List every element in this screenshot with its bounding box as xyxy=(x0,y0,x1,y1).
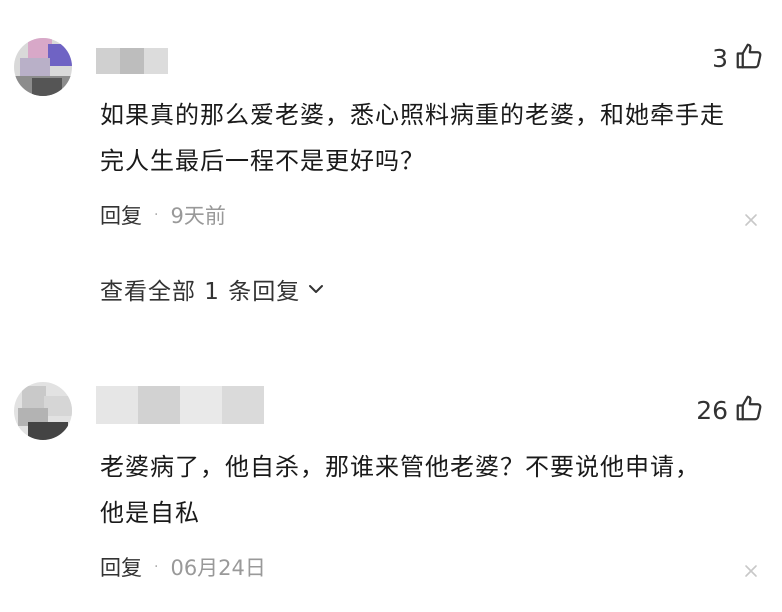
reply-button[interactable]: 回复 xyxy=(100,552,142,582)
username-blurred[interactable] xyxy=(96,48,168,74)
comment-text: 如果真的那么爱老婆，悉心照料病重的老婆，和她牵手走完人生最后一程不是更好吗？ xyxy=(100,101,725,175)
thumbs-up-icon xyxy=(734,41,764,75)
comment-meta: 回复 · 9天前 xyxy=(100,200,226,230)
separator-dot: · xyxy=(154,207,159,223)
like-count: 3 xyxy=(712,43,728,73)
comment-meta: 回复 · 06月24日 xyxy=(100,552,266,582)
comment-time: 9天前 xyxy=(170,204,226,228)
avatar[interactable] xyxy=(14,382,72,440)
view-all-replies-button[interactable]: 查看全部 1 条回复 xyxy=(100,272,326,306)
like-count: 26 xyxy=(696,395,728,425)
comment-item: 26 老婆病了，他自杀，那谁来管他老婆？不要说他申请，他是自私 回复 · 06月… xyxy=(0,330,782,612)
username-blurred[interactable] xyxy=(96,386,264,424)
like-button[interactable]: 3 xyxy=(712,40,764,76)
like-button[interactable]: 26 xyxy=(696,392,764,428)
comment-text: 老婆病了，他自杀，那谁来管他老婆？不要说他申请，他是自私 xyxy=(100,453,700,527)
thumbs-up-icon xyxy=(734,393,764,427)
comment-item: 3 如果真的那么爱老婆，悉心照料病重的老婆，和她牵手走完人生最后一程不是更好吗？… xyxy=(0,0,782,330)
close-icon[interactable] xyxy=(742,211,760,229)
comment-time: 06月24日 xyxy=(170,556,266,580)
close-icon[interactable] xyxy=(742,562,760,580)
view-replies-label: 查看全部 1 条回复 xyxy=(100,279,301,305)
separator-dot: · xyxy=(154,559,159,575)
chevron-down-icon xyxy=(309,285,324,293)
reply-button[interactable]: 回复 xyxy=(100,200,142,230)
avatar[interactable] xyxy=(14,38,72,96)
